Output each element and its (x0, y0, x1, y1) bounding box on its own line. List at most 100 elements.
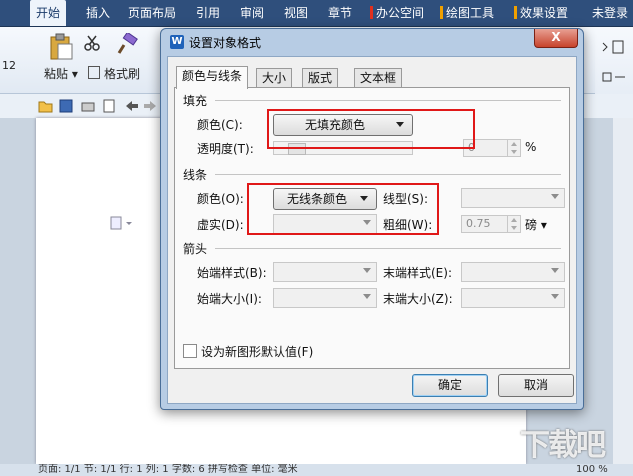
weight-value: 0.75 (466, 217, 491, 230)
close-button[interactable]: X (534, 29, 578, 48)
spinner-buttons[interactable] (507, 216, 520, 232)
begin-size-label: 始端大小(I): (197, 292, 262, 306)
dialog-title: 设置对象格式 (189, 36, 262, 50)
fill-color-value: 无填充颜色 (304, 118, 365, 132)
dialog-client: 颜色与线条 大小 版式 文本框 填充 颜色(C): 无填充颜色 透明度(T): … (167, 56, 577, 404)
begin-style-dropdown[interactable] (273, 262, 377, 282)
weight-unit-text: 磅 (525, 218, 538, 232)
transparency-label: 透明度(T): (197, 142, 254, 156)
transparency-spinner[interactable]: 0 (463, 139, 521, 157)
spin-down-icon (511, 226, 517, 230)
tab-label: 文本框 (360, 71, 397, 85)
format-painter-button[interactable]: 格式刷 (88, 65, 140, 82)
wps-writer-icon: W (170, 35, 184, 49)
menu-bar: 开始 插入 页面布局 引用 审阅 视图 章节 办公空间 绘图工具 效果设置 未登… (0, 0, 633, 27)
menu-tab-effects[interactable]: 效果设置 (508, 0, 574, 26)
format-painter-label: 格式刷 (104, 67, 141, 81)
menu-tab-label: 绘图工具 (446, 6, 495, 20)
accent-bar (370, 6, 373, 19)
line-style-label: 线型(S): (383, 192, 429, 206)
end-style-label: 末端样式(E): (383, 266, 452, 280)
menu-tab-review[interactable]: 审阅 (234, 0, 270, 26)
menu-tab-label: 未登录 (592, 6, 629, 20)
cancel-button[interactable]: 取消 (498, 374, 574, 397)
close-icon: X (551, 30, 561, 44)
menu-tab-label: 审阅 (240, 6, 265, 20)
menu-tab-insert[interactable]: 插入 (80, 0, 116, 26)
slider-thumb[interactable] (288, 143, 306, 155)
menu-tab-label: 引用 (196, 6, 221, 20)
menu-tab-chapter[interactable]: 章节 (322, 0, 358, 26)
end-size-dropdown[interactable] (461, 288, 565, 308)
line-color-label: 颜色(O): (197, 192, 244, 206)
menu-tab-drawing-tools[interactable]: 绘图工具 (434, 0, 500, 26)
menu-tab-home[interactable]: 开始 (30, 0, 67, 26)
chevron-down-icon (363, 268, 371, 273)
fill-color-label: 颜色(C): (197, 118, 243, 132)
login-status[interactable]: 未登录 (586, 0, 633, 26)
set-default-checkbox[interactable] (183, 344, 197, 358)
weight-unit[interactable]: 磅 ▾ (525, 216, 547, 233)
dash-label: 虚实(D): (197, 218, 244, 232)
chevron-down-icon (363, 294, 371, 299)
cancel-label: 取消 (523, 378, 548, 392)
copy-icon (88, 66, 100, 79)
transparency-value: 0 (468, 141, 475, 154)
tab-text-box[interactable]: 文本框 (354, 68, 403, 88)
end-size-label: 末端大小(Z): (383, 292, 453, 306)
paste-label: 粘贴 (44, 67, 69, 81)
tab-colors-and-lines[interactable]: 颜色与线条 (176, 66, 249, 89)
line-section-title: 线条 (183, 168, 208, 182)
menu-tab-label: 章节 (328, 6, 353, 20)
dash-dropdown[interactable] (273, 214, 377, 234)
menu-tab-page-layout[interactable]: 页面布局 (122, 0, 182, 26)
weight-spinner[interactable]: 0.75 (461, 215, 521, 233)
format-object-dialog: W 设置对象格式 X 颜色与线条 大小 版式 文本框 填充 颜色(C): 无填充… (160, 28, 584, 410)
menu-tab-office-space[interactable]: 办公空间 (364, 0, 430, 26)
tab-size[interactable]: 大小 (256, 68, 293, 88)
cut-icon[interactable] (84, 35, 100, 51)
menu-tab-label: 办公空间 (376, 6, 425, 20)
chevron-down-icon (551, 194, 559, 199)
spin-up-icon (511, 218, 517, 222)
watermark-logo: 下载吧 (520, 428, 606, 463)
tab-layout[interactable]: 版式 (302, 68, 339, 88)
paste-button[interactable]: 粘贴 ▾ (44, 65, 78, 82)
ok-button[interactable]: 确定 (412, 374, 488, 397)
ok-label: 确定 (437, 378, 462, 392)
menu-tab-references[interactable]: 引用 (190, 0, 226, 26)
end-style-dropdown[interactable] (461, 262, 565, 282)
chevron-down-icon (551, 268, 559, 273)
line-style-dropdown[interactable] (461, 188, 565, 208)
status-text: 页面: 1/1 节: 1/1 行: 1 列: 1 字数: 6 拼写检查 单位: … (38, 464, 298, 475)
menu-tab-label: 开始 (36, 6, 61, 20)
vertical-scrollbar[interactable] (613, 118, 633, 464)
chevron-down-icon (360, 196, 368, 201)
transparency-slider[interactable] (273, 141, 413, 155)
chevron-down-icon (396, 122, 404, 127)
menu-tab-view[interactable]: 视图 (278, 0, 314, 26)
spin-down-icon (511, 150, 517, 154)
fill-color-dropdown[interactable]: 无填充颜色 (273, 114, 413, 136)
quick-access-icons[interactable] (38, 99, 158, 113)
spinner-buttons[interactable] (507, 140, 520, 156)
dialog-titlebar[interactable]: W 设置对象格式 X (161, 29, 583, 56)
tab-label: 大小 (262, 71, 287, 85)
weight-label: 粗细(W): (383, 218, 433, 232)
percent-unit: % (525, 140, 537, 154)
menu-tab-label: 插入 (86, 6, 111, 20)
paste-options-icon[interactable] (110, 216, 136, 230)
zoom-level[interactable]: 100 % (576, 464, 608, 476)
tab-label: 版式 (308, 71, 333, 85)
menu-tab-label: 效果设置 (520, 6, 569, 20)
tab-label: 颜色与线条 (182, 69, 243, 83)
status-bar: 页面: 1/1 节: 1/1 行: 1 列: 1 字数: 6 拼写检查 单位: … (0, 464, 633, 476)
begin-size-dropdown[interactable] (273, 288, 377, 308)
line-color-dropdown[interactable]: 无线条颜色 (273, 188, 377, 210)
menu-tab-label: 页面布局 (128, 6, 177, 20)
format-painter-icon[interactable] (116, 33, 138, 55)
divider (215, 248, 561, 249)
line-color-value: 无线条颜色 (286, 192, 347, 206)
chevron-down-icon (363, 220, 371, 225)
paste-icon[interactable] (48, 33, 74, 61)
